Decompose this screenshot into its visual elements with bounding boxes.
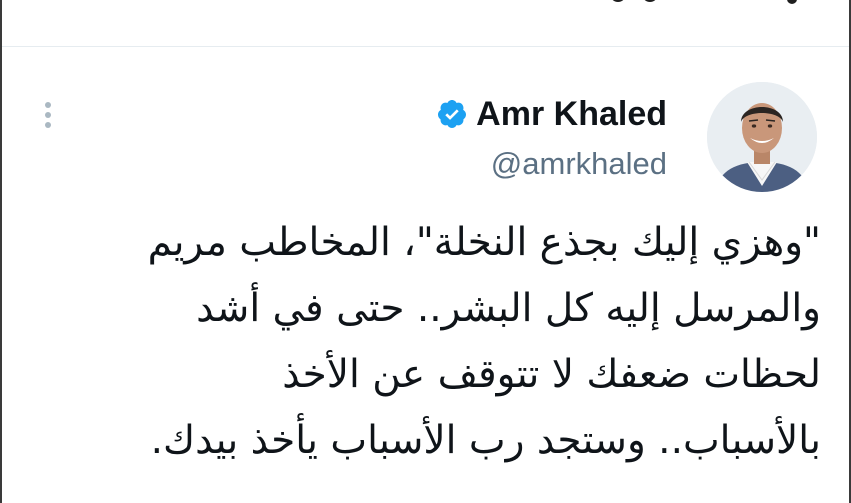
tweet-text-line: لحظات ضعفك لا تتوقف عن الأخذ bbox=[282, 352, 821, 397]
tweet-text-line: بالأسباب.. وستجد رب الأسباب يأخذ بيدك. bbox=[150, 418, 821, 463]
avatar-photo bbox=[707, 82, 817, 192]
more-vertical-icon bbox=[45, 112, 51, 118]
previous-tweet-edge bbox=[2, 0, 849, 46]
previous-tweet-glyph bbox=[610, 0, 626, 2]
author-handle[interactable]: @amrkhaled bbox=[436, 142, 667, 186]
more-options-button[interactable] bbox=[34, 95, 62, 135]
more-vertical-icon bbox=[45, 122, 51, 128]
tweet-text-line: "وهزي إليك بجذع النخلة"، المخاطب مريم bbox=[147, 220, 821, 265]
tweet-card: Amr Khaled @amrkhaled "وهزي إليك بجذع ال… bbox=[0, 0, 851, 503]
tweet-text-line: والمرسل إليه كل البشر.. حتى في أشد bbox=[196, 286, 821, 331]
tweet-author[interactable]: Amr Khaled @amrkhaled bbox=[436, 92, 667, 186]
more-vertical-icon bbox=[45, 102, 51, 108]
author-name-row: Amr Khaled bbox=[436, 92, 667, 136]
tweet-text: "وهزي إليك بجذع النخلة"، المخاطب مريم وا… bbox=[21, 210, 821, 474]
previous-tweet-glyph bbox=[642, 0, 658, 2]
verified-badge-icon bbox=[438, 100, 467, 128]
previous-tweet-glyph bbox=[787, 0, 797, 4]
tweet-divider bbox=[2, 46, 849, 47]
card-left-border bbox=[0, 0, 2, 503]
avatar[interactable] bbox=[707, 82, 817, 192]
author-display-name[interactable]: Amr Khaled bbox=[476, 92, 667, 136]
